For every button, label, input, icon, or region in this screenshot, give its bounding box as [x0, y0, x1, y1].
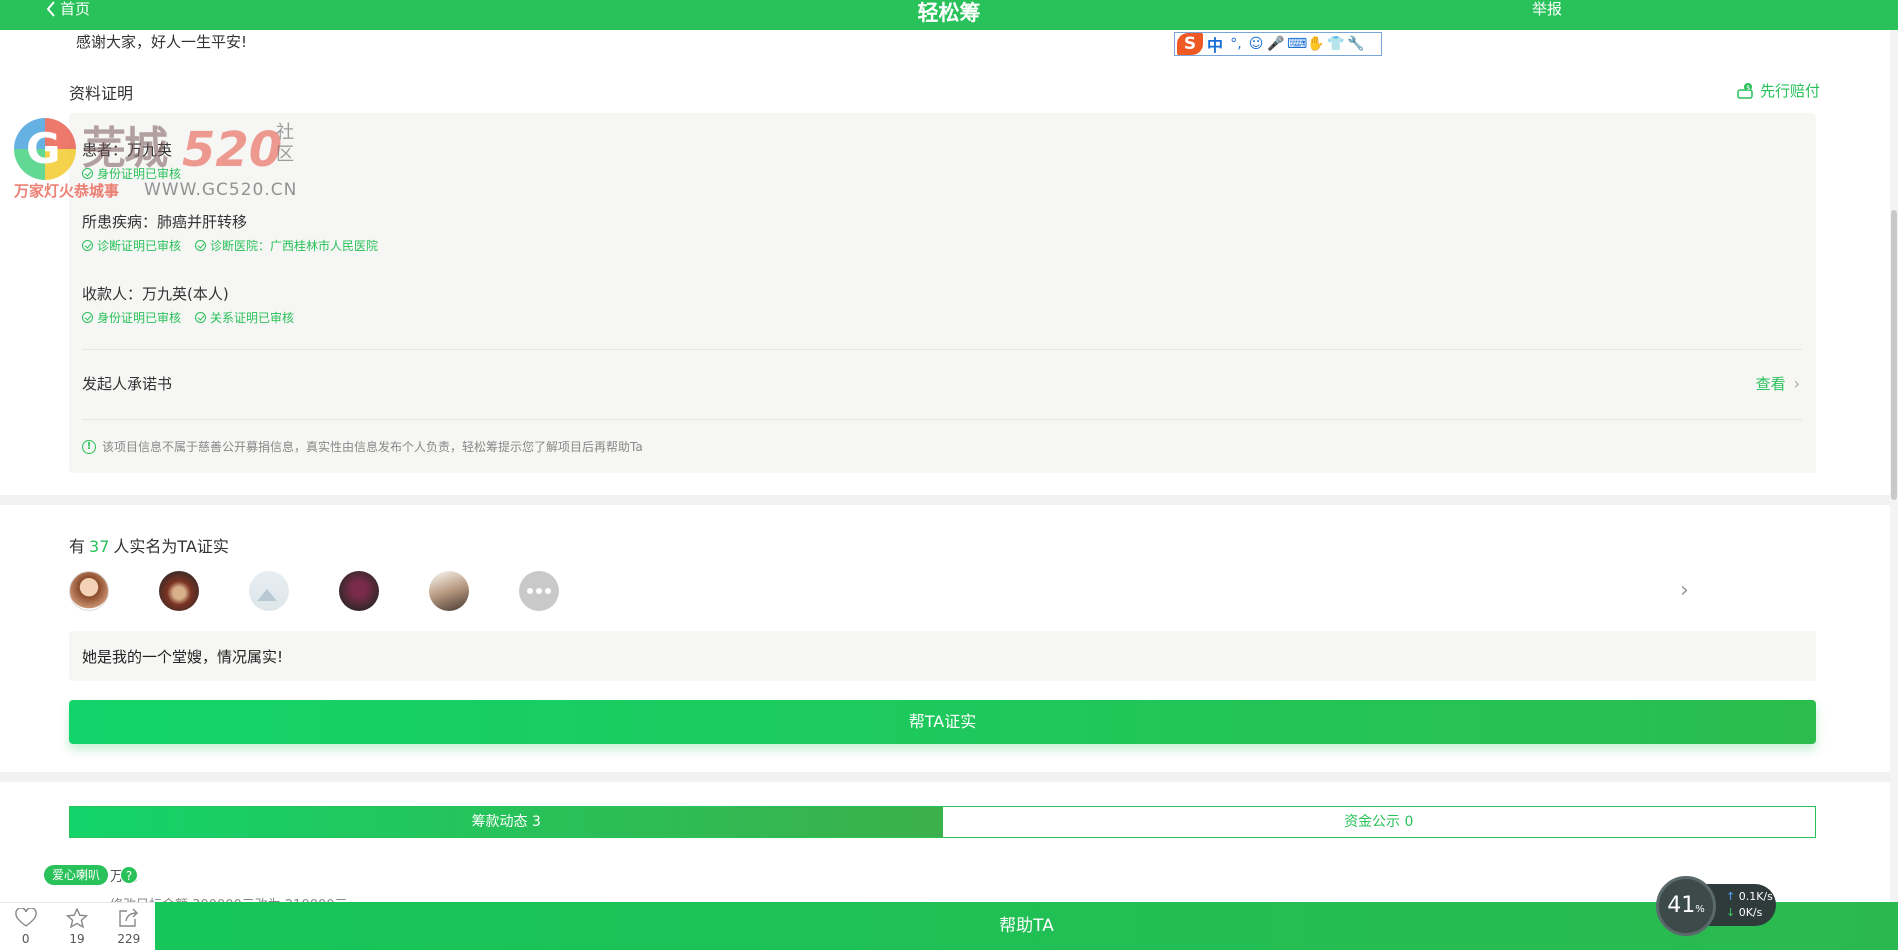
top-navbar: 首页 轻松筹 举报 — [0, 0, 1898, 30]
skin-icon[interactable]: 👕 — [1327, 35, 1345, 53]
verify-section-title: 有 37 人实名为TA证实 — [69, 533, 229, 557]
check-circle-icon — [82, 312, 93, 323]
tag-label: 诊断医院：广西桂林市人民医院 — [210, 239, 379, 253]
scrollbar-thumb[interactable] — [1891, 210, 1897, 500]
verify-suffix: 人实名为TA证实 — [113, 537, 229, 556]
tag-diagnosis: 诊断证明已审核 — [82, 237, 181, 254]
tag-identity: 身份证明已审核 — [82, 309, 181, 326]
chevron-right-icon: › — [1793, 374, 1800, 393]
divider — [82, 349, 1802, 350]
upload-speed: 0.1K/s — [1738, 890, 1773, 903]
report-button[interactable]: 举报 — [1532, 0, 1562, 18]
notice-text: 该项目信息不属于慈善公开募捐信息，真实性由信息发布个人负责，轻松筹提示您了解项目… — [102, 440, 643, 454]
like-count: 0 — [21, 931, 30, 946]
watermark-she: 社区 — [276, 122, 294, 165]
sogou-logo-icon[interactable]: S — [1177, 33, 1203, 55]
handwriting-icon[interactable]: ✋ — [1307, 35, 1325, 53]
divider — [82, 419, 1802, 420]
scrollbar[interactable] — [1890, 30, 1898, 950]
check-circle-icon — [82, 240, 93, 251]
tag-label: 身份证明已审核 — [97, 311, 182, 325]
share-count: 229 — [117, 931, 141, 946]
keyboard-icon[interactable]: ⌨ — [1287, 35, 1307, 53]
heart-icon — [14, 907, 37, 927]
share-button[interactable]: 229 — [117, 908, 140, 946]
like-button[interactable]: 0 — [14, 907, 37, 946]
verify-button[interactable]: 帮TA证实 — [69, 700, 1816, 744]
download-arrow-icon: ↓ — [1726, 906, 1736, 919]
watermark-number: 520 — [182, 122, 283, 178]
bottom-action-bar: 0 19 229 帮助TA — [0, 902, 1898, 950]
star-count: 19 — [69, 931, 85, 946]
verify-prefix: 有 — [69, 537, 86, 556]
percent-unit: % — [1695, 904, 1705, 915]
tab-fundraising-updates[interactable]: 筹款动态 3 — [70, 807, 943, 837]
help-question-icon[interactable]: ? — [120, 866, 138, 884]
download-speed: 0K/s — [1738, 906, 1763, 919]
view-label: 查看 — [1755, 375, 1786, 393]
section-separator — [0, 495, 1890, 505]
verify-count: 37 — [89, 537, 110, 556]
share-icon — [119, 908, 138, 927]
tag-label: 关系证明已审核 — [210, 311, 295, 325]
ime-toolbar[interactable]: S 中 °, ☺ 🎤 ⌨ ✋ 👕 🔧 — [1174, 32, 1382, 56]
payee-tags: 身份证明已审核 关系证明已审核 — [82, 309, 294, 326]
help-ta-button[interactable]: 帮助TA — [155, 902, 1898, 950]
ime-mode-toggle[interactable]: 中 — [1205, 32, 1225, 56]
favorite-button[interactable]: 19 — [66, 907, 89, 946]
watermark-slogan: 万家灯火恭城事 — [14, 182, 120, 200]
watermark-cn: 芜城 — [82, 123, 168, 174]
shield-money-icon: $ — [1737, 82, 1753, 99]
speed-panel: ↑ 0.1K/s ↓ 0K/s — [1706, 884, 1776, 926]
avatar[interactable] — [69, 571, 109, 611]
watermark-url: WWW.GC520.CN — [144, 180, 298, 200]
disease-tags: 诊断证明已审核 诊断医院：广西桂林市人民医院 — [82, 237, 378, 254]
tag-relation: 关系证明已审核 — [195, 309, 294, 326]
love-speaker-badge[interactable]: 爱心喇叭 — [44, 865, 109, 885]
svg-text:$: $ — [1746, 84, 1750, 92]
avatar[interactable] — [429, 571, 469, 611]
microphone-icon[interactable]: 🎤 — [1267, 35, 1285, 53]
verifier-comment: 她是我的一个堂嫂，情况属实! — [69, 631, 1816, 681]
avatar[interactable] — [249, 571, 289, 611]
pay-first-link[interactable]: $ 先行赔付 — [1736, 80, 1820, 101]
view-pledge-link[interactable]: 查看 › — [1756, 373, 1800, 394]
page-title: 轻松筹 — [917, 1, 981, 25]
memory-percent-ring: 41% — [1656, 876, 1716, 936]
more-avatars-icon[interactable] — [519, 571, 559, 611]
punctuation-icon[interactable]: °, — [1227, 35, 1245, 53]
disease-row: 所患疾病：肺癌并肝转移 — [82, 213, 248, 231]
chevron-right-icon[interactable]: › — [1680, 578, 1689, 603]
pledge-label: 发起人承诺书 — [82, 375, 173, 393]
tab-fund-disclosure[interactable]: 资金公示 0 — [942, 807, 1815, 837]
network-speed-widget[interactable]: ↑ 0.1K/s ↓ 0K/s 41% — [1656, 876, 1776, 936]
thanks-text: 感谢大家，好人一生平安! — [76, 33, 248, 51]
settings-wrench-icon[interactable]: 🔧 — [1347, 35, 1365, 53]
verifier-avatars — [69, 571, 559, 611]
memory-percent: 41 — [1667, 893, 1696, 918]
disclaimer-notice: ! 该项目信息不属于慈善公开募捐信息，真实性由信息发布个人负责，轻松筹提示您了解… — [82, 438, 643, 455]
check-circle-icon — [195, 312, 207, 323]
upload-arrow-icon: ↑ — [1726, 890, 1736, 903]
bottom-icons: 0 19 229 — [0, 902, 155, 950]
emoji-icon[interactable]: ☺ — [1247, 35, 1265, 53]
proof-section-title: 资料证明 — [69, 84, 134, 103]
avatar[interactable] — [159, 571, 199, 611]
star-icon — [66, 907, 89, 928]
section-separator — [0, 772, 1890, 782]
tag-hospital: 诊断医院：广西桂林市人民医院 — [195, 237, 378, 254]
activity-tabs: 筹款动态 3 资金公示 0 — [69, 806, 1816, 838]
avatar[interactable] — [339, 571, 379, 611]
info-alert-icon: ! — [82, 439, 96, 454]
tag-label: 诊断证明已审核 — [97, 239, 182, 253]
payee-row: 收款人：万九英(本人) — [82, 285, 229, 303]
watermark-logo: 芜城 520 社区 万家灯火恭城事 WWW.GC520.CN — [14, 112, 304, 208]
pay-first-label: 先行赔付 — [1760, 82, 1821, 100]
check-circle-icon — [195, 240, 207, 251]
proof-card: 患者：万九英 身份证明已审核 所患疾病：肺癌并肝转移 诊断证明已审核 诊断医院：… — [69, 113, 1816, 473]
watermark-g-icon — [14, 118, 76, 180]
